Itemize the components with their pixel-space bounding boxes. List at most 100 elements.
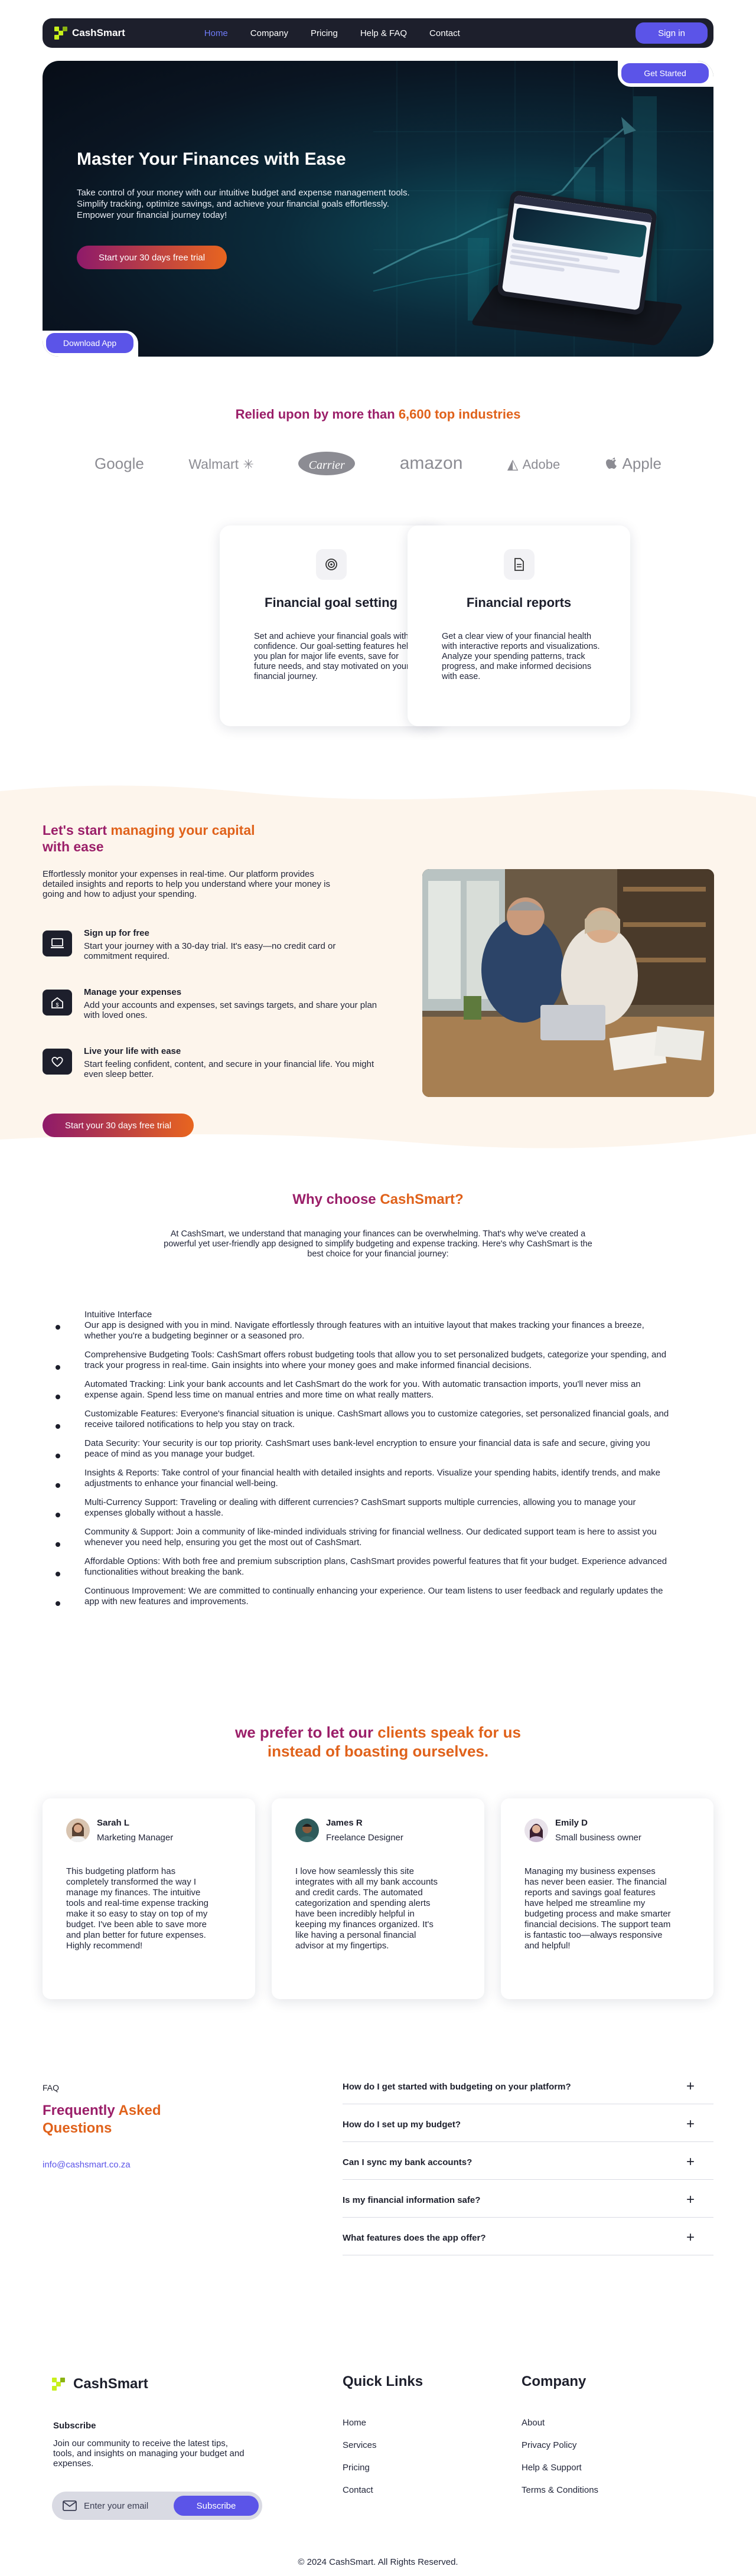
faq-question: What features does the app offer? [343,2233,486,2243]
target-icon [315,549,347,580]
capital-description: Effortlessly monitor your expenses in re… [43,869,330,899]
footer-link-services[interactable]: Services [343,2440,377,2450]
couple-finances-photo [422,869,714,1097]
footer-brand[interactable]: CashSmart [52,2376,148,2392]
spark-icon: ✳ [243,456,254,472]
footer-link-home[interactable]: Home [343,2418,366,2428]
trust-title: Relied upon by more than 6,600 top indus… [0,407,756,422]
why-list-item: Automated Tracking: Link your bank accou… [56,1379,669,1400]
footer-link-contact[interactable]: Contact [343,2485,373,2495]
amazon-logo: amazon [399,453,463,473]
walmart-logo-text: Walmart [188,456,239,472]
plus-icon[interactable]: + [686,2117,695,2131]
faq-question: How do I get started with budgeting on y… [343,2082,571,2092]
nav-link-company[interactable]: Company [250,28,288,38]
faq-question: How do I set up my budget? [343,2120,461,2130]
feature-title: Financial reports [466,595,572,610]
faq-email-link[interactable]: info@cashsmart.co.za [43,2160,131,2170]
why-item-text: Customizable Features: Everyone's financ… [84,1409,669,1429]
home-dollar-icon: $ [43,990,72,1016]
email-input[interactable] [84,2500,172,2511]
page: CashSmart Home Company Pricing Help & FA… [0,0,756,2576]
copyright: © 2024 CashSmart. All Rights Reserved. [298,2557,458,2567]
svg-text:$: $ [56,1002,58,1008]
step-description: Start feeling confident, content, and se… [84,1059,374,1079]
laptop-icon [43,931,72,956]
why-item-text: Affordable Options: With both free and p… [84,1556,667,1577]
heart-icon [43,1049,72,1075]
faq-question: Is my financial information safe? [343,2195,481,2205]
plus-icon[interactable]: + [686,2193,695,2207]
why-list-item: Continuous Improvement: We are committed… [56,1586,669,1607]
hero-section: Master Your Finances with Ease Take cont… [43,61,713,357]
brand[interactable]: CashSmart [54,27,125,40]
plus-icon[interactable]: + [686,2231,695,2245]
footer-link-pricing[interactable]: Pricing [343,2463,370,2473]
why-list-item: Affordable Options: With both free and p… [56,1556,669,1578]
get-started-tab: Get Started [618,61,713,87]
testimonial-card: James R Freelance Designer I love how se… [272,1798,484,1999]
why-item-text: Comprehensive Budgeting Tools: CashSmart… [84,1350,667,1370]
footer-brand-name: CashSmart [73,2376,148,2392]
step-title: Manage your expenses [84,987,182,997]
capital-free-trial-button[interactable]: Start your 30 days free trial [43,1114,194,1137]
why-list-item: Intuitive Interface Our app is designed w… [56,1310,669,1341]
why-item-text: Automated Tracking: Link your bank accou… [84,1379,641,1400]
step-title: Sign up for free [84,928,149,938]
why-intro: At CashSmart, we understand that managin… [164,1229,592,1259]
apple-logo: Apple [605,454,662,473]
quick-links-title: Quick Links [343,2373,423,2389]
trust-title-highlight: 6,600 top industries [398,407,521,422]
nav-links: Home Company Pricing Help & FAQ Contact [204,28,460,38]
why-list-item: Community & Support: Join a community of… [56,1527,669,1548]
why-item-text: Multi-Currency Support: Traveling or dea… [84,1497,636,1518]
mail-icon [63,2500,77,2511]
adobe-logo: ◭ Adobe [507,455,560,473]
nav-link-home[interactable]: Home [204,28,228,38]
why-list-item: Multi-Currency Support: Traveling or dea… [56,1497,669,1519]
download-app-button[interactable]: Download App [46,333,133,353]
footer-link-about[interactable]: About [522,2418,545,2428]
feature-card-financial-reports: Financial reports Get a clear view of yo… [408,525,630,726]
get-started-button[interactable]: Get Started [621,63,709,83]
faq-item[interactable]: What features does the app offer? + [343,2218,713,2255]
faq-item[interactable]: How do I get started with budgeting on y… [343,2066,713,2104]
faq-label: FAQ [43,2083,60,2092]
trust-title-part: Relied upon by more than [235,407,399,422]
feature-description: Get a clear view of your financial healt… [442,632,600,681]
why-list-item: Data Security: Your security is our top … [56,1438,669,1460]
hero-free-trial-button[interactable]: Start your 30 days free trial [77,246,227,269]
capital-title-end: with ease [43,839,104,854]
reviewer-name: James R [326,1818,363,1828]
why-item-text: Community & Support: Join a community of… [84,1527,657,1547]
carrier-logo-text: Carrier [308,459,345,472]
walmart-logo: Walmart ✳ [188,455,253,473]
footer-link-privacy-policy[interactable]: Privacy Policy [522,2440,576,2450]
footer-link-help-support[interactable]: Help & Support [522,2463,582,2473]
capital-title-highlight: managing your capital [110,822,255,838]
sign-in-button[interactable]: Sign in [636,22,708,44]
testimonials-title-highlight: clients speak for us [377,1723,522,1741]
brand-name: CashSmart [72,27,125,38]
why-item-text: Continuous Improvement: We are committed… [84,1586,663,1607]
adobe-icon: ◭ [507,456,519,472]
faq-title: Frequently Asked Questions [43,2102,196,2137]
subscribe-button[interactable]: Subscribe [174,2496,259,2516]
avatar [295,1818,319,1842]
nav-link-pricing[interactable]: Pricing [311,28,338,38]
footer-link-terms[interactable]: Terms & Conditions [522,2485,598,2495]
step-title: Live your life with ease [84,1046,181,1056]
subscribe-description: Join our community to receive the latest… [53,2438,245,2469]
why-title: Why choose CashSmart? [0,1191,756,1208]
tablet-device-graphic [496,190,658,316]
why-title-highlight: CashSmart? [380,1191,464,1207]
faq-item[interactable]: Is my financial information safe? + [343,2180,713,2218]
faq-item[interactable]: Can I sync my bank accounts? + [343,2142,713,2180]
nav-link-help-faq[interactable]: Help & FAQ [360,28,407,38]
nav-link-contact[interactable]: Contact [429,28,460,38]
plus-icon[interactable]: + [686,2079,695,2094]
top-navbar: CashSmart Home Company Pricing Help & FA… [43,18,713,48]
why-list-item: Comprehensive Budgeting Tools: CashSmart… [56,1350,669,1371]
faq-item[interactable]: How do I set up my budget? + [343,2104,713,2142]
plus-icon[interactable]: + [686,2155,695,2169]
